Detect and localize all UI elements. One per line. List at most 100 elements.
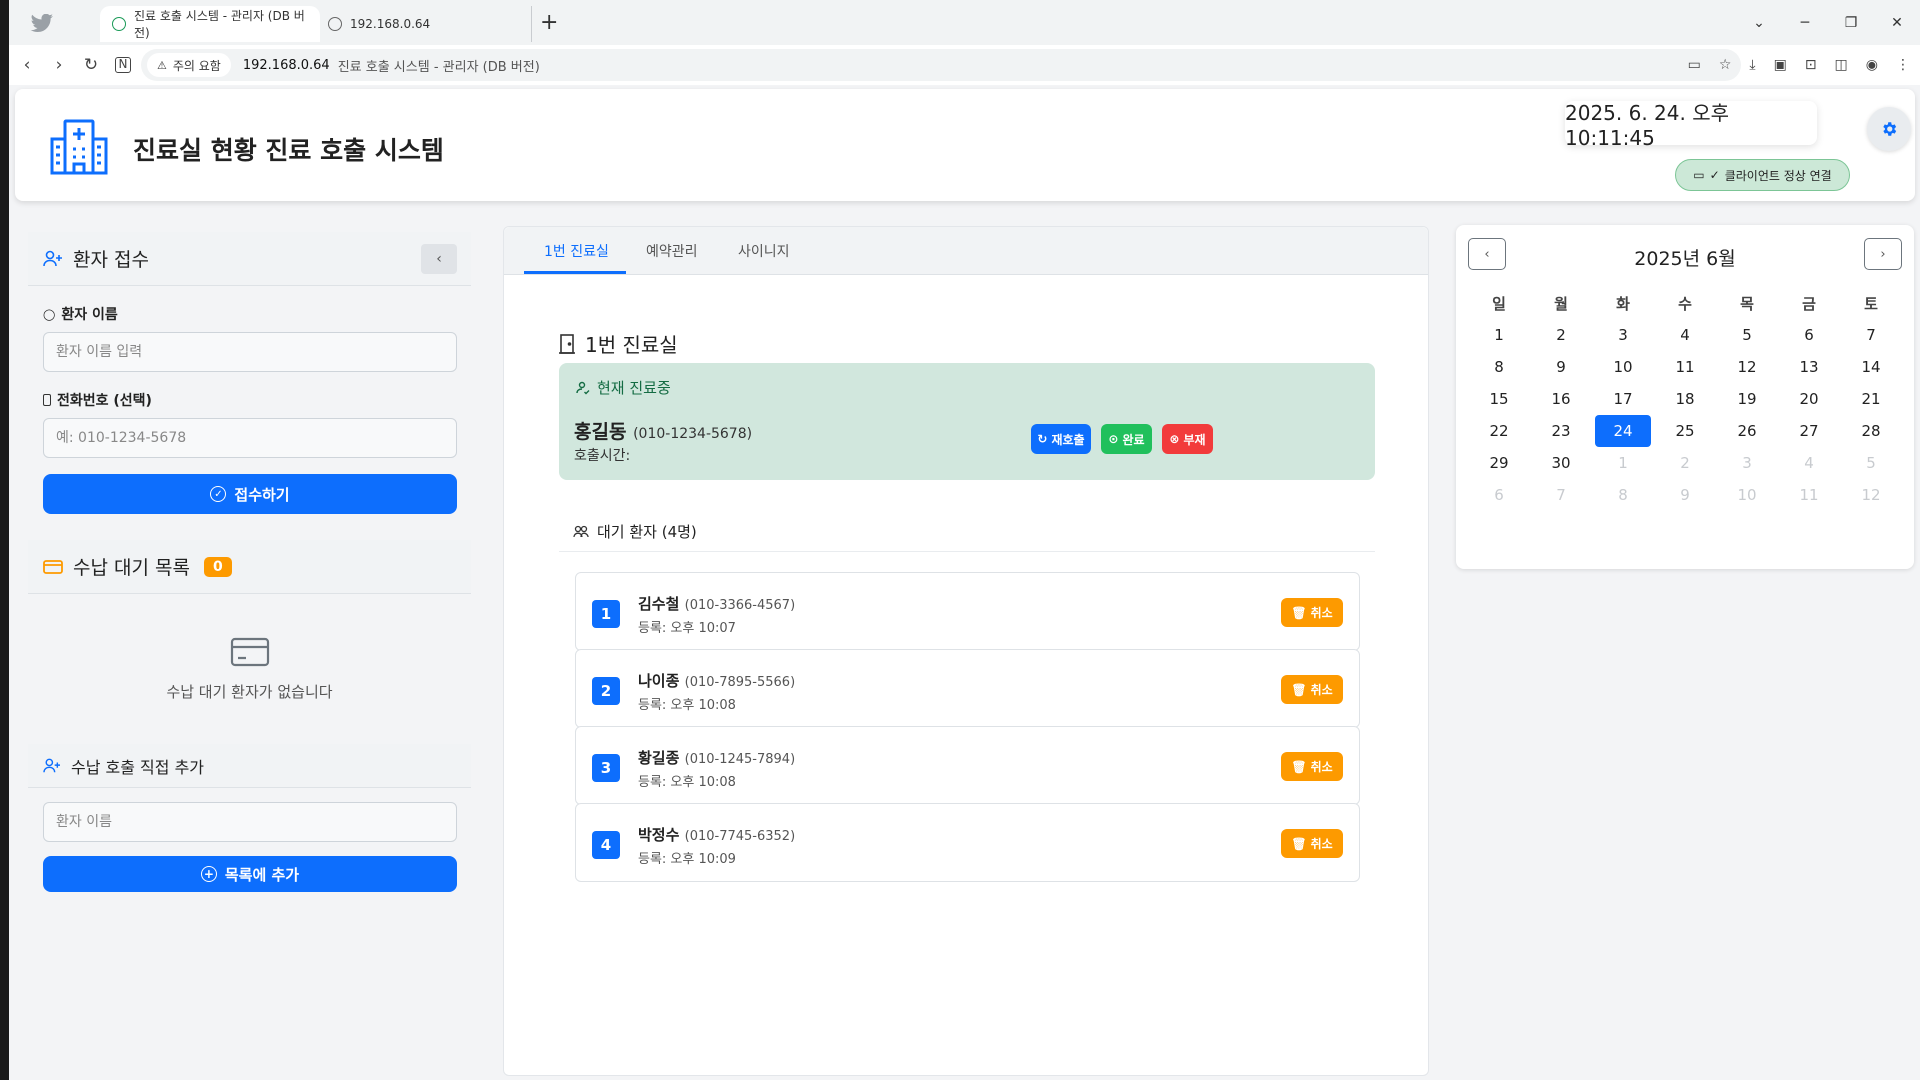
- bookmark-icon[interactable]: ☆: [1719, 57, 1732, 73]
- connection-status-label: 클라이언트 정상 연결: [1724, 168, 1832, 183]
- calendar-day-next-month[interactable]: 10: [1719, 479, 1775, 511]
- calendar-day[interactable]: 17: [1595, 383, 1651, 415]
- close-icon[interactable]: ✕: [1874, 15, 1920, 31]
- cancel-button[interactable]: 🗑 취소: [1281, 829, 1343, 858]
- back-icon[interactable]: ‹: [13, 55, 41, 75]
- cancel-label: 취소: [1310, 760, 1333, 774]
- not-secure-icon: ⚠: [157, 58, 167, 72]
- register-button[interactable]: ✓ 접수하기: [43, 474, 457, 514]
- calendar-day[interactable]: 14: [1843, 351, 1899, 383]
- calendar-day[interactable]: 10: [1595, 351, 1651, 383]
- tab-search-icon[interactable]: ⌄: [1736, 15, 1782, 31]
- queue-patient-phone: (010-1245-7894): [684, 752, 796, 767]
- queue-registered-time: 등록: 오후 10:09: [638, 852, 736, 867]
- cancel-button[interactable]: 🗑 취소: [1281, 675, 1343, 704]
- calendar-day[interactable]: 28: [1843, 415, 1899, 447]
- calendar-day-next-month[interactable]: 9: [1657, 479, 1713, 511]
- profile-icon[interactable]: ◉: [1866, 57, 1878, 73]
- address-bar[interactable]: ⚠ 주의 요함 192.168.0.64 진료 호출 시스템 - 관리자 (DB…: [141, 49, 1741, 81]
- phone-input[interactable]: [43, 418, 457, 458]
- calendar-day-next-month[interactable]: 8: [1595, 479, 1651, 511]
- calendar-day-next-month[interactable]: 1: [1595, 447, 1651, 479]
- calendar-day[interactable]: 21: [1843, 383, 1899, 415]
- calendar-day[interactable]: 22: [1471, 415, 1527, 447]
- calendar-day-next-month[interactable]: 12: [1843, 479, 1899, 511]
- cast-icon[interactable]: ▭: [1688, 57, 1701, 73]
- cancel-button[interactable]: 🗑 취소: [1281, 752, 1343, 781]
- calendar-day[interactable]: 11: [1657, 351, 1713, 383]
- calendar-day[interactable]: 7: [1843, 319, 1899, 351]
- calendar-day[interactable]: 15: [1471, 383, 1527, 415]
- restore-icon[interactable]: ❐: [1828, 15, 1874, 31]
- calendar-day[interactable]: 25: [1657, 415, 1713, 447]
- calendar-day[interactable]: 3: [1595, 319, 1651, 351]
- calendar-day[interactable]: 16: [1533, 383, 1589, 415]
- tab-title: 192.168.0.64: [350, 17, 431, 31]
- calendar-day[interactable]: 20: [1781, 383, 1837, 415]
- cancel-button[interactable]: 🗑 취소: [1281, 598, 1343, 627]
- calendar-day-next-month[interactable]: 3: [1719, 447, 1775, 479]
- calendar-day[interactable]: 12: [1719, 351, 1775, 383]
- calendar-day[interactable]: 8: [1471, 351, 1527, 383]
- recall-button[interactable]: ↻ 재호출: [1031, 424, 1091, 454]
- next-month-button[interactable]: ›: [1864, 238, 1902, 270]
- calendar-day[interactable]: 26: [1719, 415, 1775, 447]
- add-to-list-button[interactable]: + 목록에 추가: [43, 856, 457, 892]
- payment-patient-input[interactable]: [43, 802, 457, 842]
- settings-button[interactable]: [1867, 107, 1911, 151]
- screenshot-icon[interactable]: ⊡: [1805, 57, 1817, 73]
- tab-signage[interactable]: 사이니지: [738, 241, 790, 261]
- name-field-label: ◯ 환자 이름: [43, 304, 471, 324]
- calendar-day[interactable]: 9: [1533, 351, 1589, 383]
- weekday-header: 목: [1740, 294, 1754, 313]
- browser-tab-admin[interactable]: 진료 호출 시스템 - 관리자 (DB 버전): [100, 6, 320, 42]
- absent-button[interactable]: ⊗ 부재: [1162, 424, 1213, 454]
- complete-button[interactable]: ⊙ 완료: [1101, 424, 1152, 454]
- collapse-button[interactable]: ‹: [421, 244, 457, 274]
- trash-icon: 🗑: [1291, 682, 1307, 697]
- calendar-day[interactable]: 29: [1471, 447, 1527, 479]
- calendar-day[interactable]: 4: [1657, 319, 1713, 351]
- security-warning-chip[interactable]: ⚠ 주의 요함: [147, 53, 231, 77]
- minimize-icon[interactable]: ─: [1782, 15, 1828, 31]
- calendar-day-next-month[interactable]: 4: [1781, 447, 1837, 479]
- video-icon[interactable]: ▣: [1774, 57, 1787, 73]
- tab-reservations[interactable]: 예약관리: [646, 241, 698, 261]
- weekday-header: 화: [1616, 294, 1630, 313]
- calendar-day[interactable]: 23: [1533, 415, 1589, 447]
- loading-icon: [112, 17, 126, 31]
- calendar-day[interactable]: 13: [1781, 351, 1837, 383]
- calendar-day[interactable]: 19: [1719, 383, 1775, 415]
- calendar-day[interactable]: 1: [1471, 319, 1527, 351]
- calendar-day-next-month[interactable]: 5: [1843, 447, 1899, 479]
- chevron-right-icon: ›: [1880, 246, 1886, 262]
- calendar-day-next-month[interactable]: 11: [1781, 479, 1837, 511]
- weekday-header: 일: [1492, 294, 1506, 313]
- calendar-day[interactable]: 2: [1533, 319, 1589, 351]
- payment-header: 수납 대기 목록 0: [28, 540, 471, 594]
- queue-patient-name: 김수철: [638, 595, 680, 613]
- calendar-day[interactable]: 6: [1781, 319, 1837, 351]
- split-view-icon[interactable]: ◫: [1835, 57, 1848, 73]
- download-icon[interactable]: ⤓: [1749, 57, 1755, 73]
- reception-header: 환자 접수 ‹: [28, 232, 471, 286]
- patient-name-input[interactable]: [43, 332, 457, 372]
- calendar-day-next-month[interactable]: 6: [1471, 479, 1527, 511]
- calendar-day-today[interactable]: 24: [1595, 415, 1651, 447]
- menu-icon[interactable]: ⋮: [1896, 57, 1910, 73]
- calendar-day[interactable]: 18: [1657, 383, 1713, 415]
- queue-number: 1: [592, 600, 620, 628]
- reload-icon[interactable]: ↻: [77, 55, 105, 75]
- calendar-day[interactable]: 27: [1781, 415, 1837, 447]
- calendar-day[interactable]: 5: [1719, 319, 1775, 351]
- add-button-label: 목록에 추가: [224, 865, 300, 884]
- new-tab-button[interactable]: +: [540, 10, 558, 36]
- tab-room-1[interactable]: 1번 진료실: [544, 241, 609, 261]
- forward-icon[interactable]: ›: [45, 55, 73, 75]
- browser-tab-ip[interactable]: 192.168.0.64: [322, 6, 532, 42]
- queue-item: 3 황길종 (010-1245-7894) 등록: 오후 10:08 🗑 취소: [575, 726, 1360, 805]
- calendar-day[interactable]: 30: [1533, 447, 1589, 479]
- calendar-day-next-month[interactable]: 7: [1533, 479, 1589, 511]
- calendar-day-next-month[interactable]: 2: [1657, 447, 1713, 479]
- notion-icon[interactable]: N: [115, 57, 131, 73]
